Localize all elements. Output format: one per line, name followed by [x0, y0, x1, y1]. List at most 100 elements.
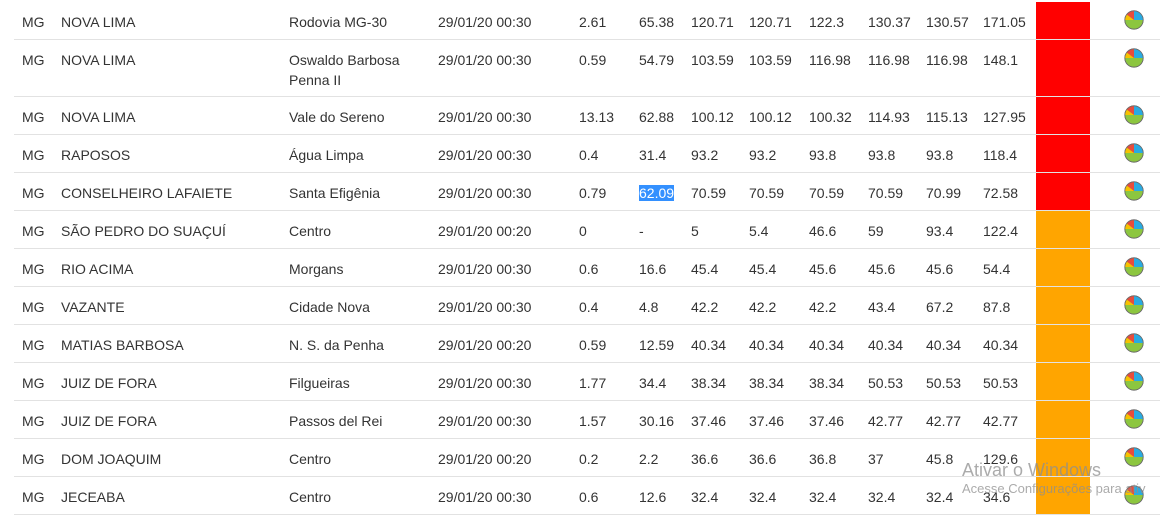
chart-link-cell[interactable] — [1090, 248, 1160, 287]
chart-link-cell[interactable] — [1090, 400, 1160, 439]
alert-status-cell-orange — [1036, 210, 1090, 249]
rainfall-value: 42.2 — [691, 299, 719, 315]
rainfall-value: 115.13 — [926, 109, 968, 125]
rainfall-value-cell: 5.4 — [749, 210, 809, 249]
rainfall-value-cell: 67.2 — [926, 286, 983, 325]
state-cell: MG — [14, 210, 61, 249]
state-cell: MG — [14, 400, 61, 439]
pie-chart-icon[interactable] — [1124, 257, 1144, 277]
rainfall-value: 4.8 — [639, 299, 659, 315]
alert-status-cell-orange — [1036, 476, 1090, 515]
datetime-cell: 29/01/20 00:30 — [438, 96, 579, 135]
rainfall-value: 116.98 — [809, 52, 851, 68]
rainfall-value: 37.46 — [691, 413, 727, 429]
chart-link-cell[interactable] — [1090, 362, 1160, 401]
chart-link-cell[interactable] — [1090, 476, 1160, 515]
rainfall-value: 100.12 — [691, 109, 734, 125]
neighborhood-cell: Filgueiras — [289, 362, 438, 401]
neighborhood-cell: Santa Efigênia — [289, 172, 438, 211]
neighborhood-cell: Cidade Nova — [289, 286, 438, 325]
chart-link-cell[interactable] — [1090, 39, 1160, 97]
pie-chart-icon[interactable] — [1124, 105, 1144, 125]
rainfall-value-cell: 0.2 — [579, 438, 639, 477]
chart-link-cell[interactable] — [1090, 96, 1160, 135]
rainfall-value-cell: 116.98 — [809, 39, 868, 97]
state-cell: MG — [14, 134, 61, 173]
rainfall-value: 116.98 — [868, 52, 910, 68]
pie-chart-icon[interactable] — [1124, 333, 1144, 353]
rainfall-value: 67.2 — [926, 299, 954, 315]
rainfall-value: 100.32 — [809, 109, 852, 125]
pie-chart-icon[interactable] — [1124, 371, 1144, 391]
rainfall-value: 45.4 — [691, 261, 719, 277]
rainfall-value: 42.77 — [868, 413, 904, 429]
rainfall-value: 32.4 — [749, 489, 777, 505]
rainfall-value: 70.99 — [926, 185, 962, 201]
table-row: MG JECEABA Centro 29/01/20 00:30 0.6 12.6 32.4… — [14, 476, 1160, 515]
rainfall-value-cell: 62.09 — [639, 172, 691, 211]
rainfall-value: 42.77 — [926, 413, 962, 429]
rainfall-value: 171.05 — [983, 14, 1026, 30]
rainfall-value: 37 — [868, 451, 884, 467]
pie-chart-icon[interactable] — [1124, 295, 1144, 315]
rainfall-value-cell: 42.77 — [983, 400, 1036, 439]
rainfall-value: 43.4 — [868, 299, 896, 315]
chart-link-cell[interactable] — [1090, 134, 1160, 173]
pie-chart-icon[interactable] — [1124, 485, 1144, 505]
chart-link-cell[interactable] — [1090, 172, 1160, 211]
rainfall-value-cell: 36.6 — [691, 438, 749, 477]
rainfall-value-cell: 46.6 — [809, 210, 868, 249]
rainfall-value-cell: 1.77 — [579, 362, 639, 401]
rainfall-value-cell: 50.53 — [926, 362, 983, 401]
rainfall-value-cell: 72.58 — [983, 172, 1036, 211]
rainfall-value: 36.6 — [691, 451, 719, 467]
chart-link-cell[interactable] — [1090, 2, 1160, 40]
chart-link-cell[interactable] — [1090, 324, 1160, 363]
rainfall-table: MG NOVA LIMA Rodovia MG-30 29/01/20 00:30 2.… — [14, 2, 1160, 515]
state-cell: MG — [14, 286, 61, 325]
rainfall-value: 32.4 — [809, 489, 837, 505]
rainfall-value-cell: 130.57 — [926, 2, 983, 40]
rainfall-value: 116.98 — [926, 52, 968, 68]
rainfall-value-cell: 100.32 — [809, 96, 868, 135]
pie-chart-icon[interactable] — [1124, 219, 1144, 239]
pie-chart-icon[interactable] — [1124, 409, 1144, 429]
rainfall-value: 42.2 — [809, 299, 837, 315]
rainfall-value: 40.34 — [691, 337, 727, 353]
city-cell: NOVA LIMA — [61, 2, 289, 40]
rainfall-value: 62.88 — [639, 109, 675, 125]
pie-chart-icon[interactable] — [1124, 10, 1144, 30]
city-cell: RIO ACIMA — [61, 248, 289, 287]
rainfall-value: 2.61 — [579, 14, 607, 30]
alert-status-cell-red — [1036, 134, 1090, 173]
rainfall-value-cell: 54.4 — [983, 248, 1036, 287]
rainfall-value: 32.4 — [926, 489, 954, 505]
rainfall-value: 5.4 — [749, 223, 769, 239]
alert-status-cell-orange — [1036, 400, 1090, 439]
chart-link-cell[interactable] — [1090, 438, 1160, 477]
rainfall-value: 72.58 — [983, 185, 1019, 201]
rainfall-value: 45.6 — [926, 261, 954, 277]
rainfall-value: 65.38 — [639, 14, 675, 30]
chart-link-cell[interactable] — [1090, 286, 1160, 325]
rainfall-value: 50.53 — [868, 375, 904, 391]
alert-status-cell-orange — [1036, 324, 1090, 363]
neighborhood-cell: Centro — [289, 210, 438, 249]
rainfall-value: 50.53 — [983, 375, 1019, 391]
chart-link-cell[interactable] — [1090, 210, 1160, 249]
table-row: MG NOVA LIMA Vale do Sereno 29/01/20 00:30 1… — [14, 96, 1160, 135]
rainfall-value: 103.59 — [691, 52, 734, 68]
pie-chart-icon[interactable] — [1124, 48, 1144, 68]
rainfall-value: 36.6 — [749, 451, 777, 467]
rainfall-value: 130.57 — [926, 14, 969, 30]
pie-chart-icon[interactable] — [1124, 181, 1144, 201]
pie-chart-icon[interactable] — [1124, 447, 1144, 467]
table-row: MG SÃO PEDRO DO SUAÇUÍ Centro 29/01/20 00:2… — [14, 210, 1160, 249]
pie-chart-icon[interactable] — [1124, 143, 1144, 163]
rainfall-value: 12.6 — [639, 489, 667, 505]
rainfall-value: 148.1 — [983, 52, 1019, 68]
rainfall-value: 93.4 — [926, 223, 954, 239]
rainfall-value: 54.4 — [983, 261, 1011, 277]
datetime-cell: 29/01/20 00:30 — [438, 2, 579, 40]
datetime-cell: 29/01/20 00:30 — [438, 248, 579, 287]
